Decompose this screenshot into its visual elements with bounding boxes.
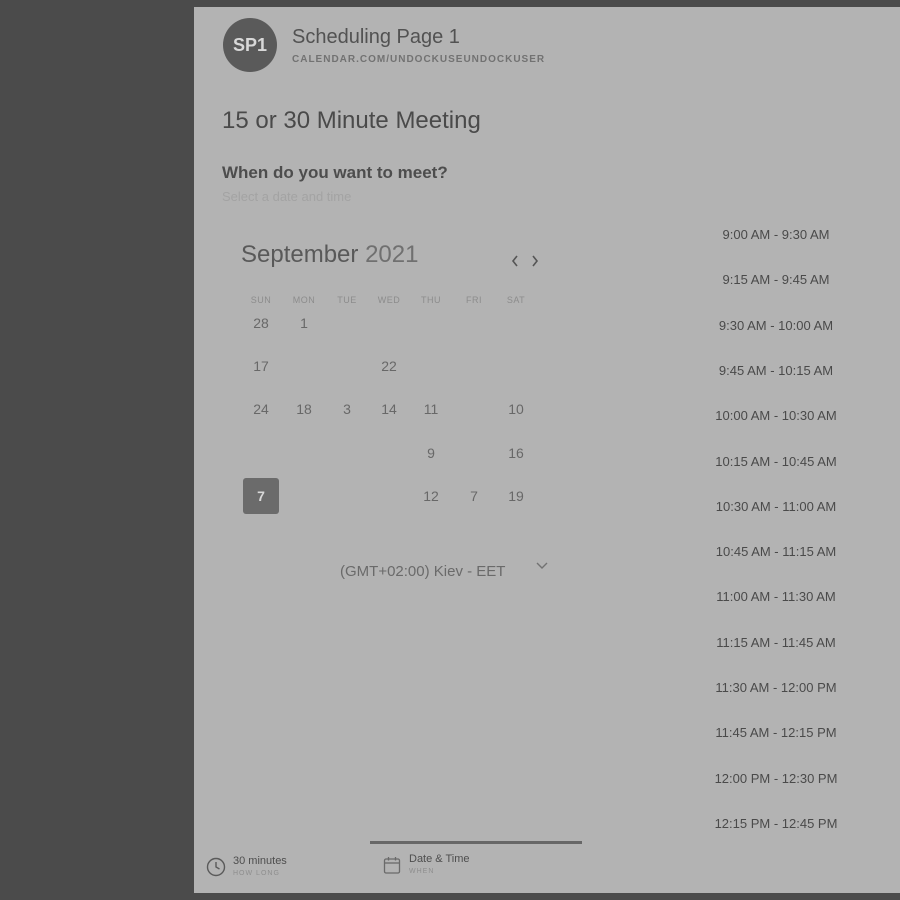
calendar-day <box>456 348 492 384</box>
calendar-day[interactable]: 16 <box>498 435 534 471</box>
weekday-label: WED <box>377 295 401 305</box>
time-slot-button[interactable]: 11:00 AM - 11:30 AM <box>696 582 856 612</box>
weekday-label: SUN <box>250 295 272 305</box>
next-month-button[interactable] <box>527 251 543 273</box>
time-slot-button[interactable]: 9:00 AM - 9:30 AM <box>696 220 856 250</box>
timezone-dropdown-button[interactable] <box>534 558 550 574</box>
calendar-day <box>456 305 492 341</box>
calendar-day[interactable]: 28 <box>243 305 279 341</box>
calendar-day <box>243 435 279 471</box>
calendar-day <box>413 305 449 341</box>
calendar-day[interactable]: 1 <box>286 305 322 341</box>
calendar-day <box>456 435 492 471</box>
calendar-day <box>498 305 534 341</box>
calendar-day <box>286 348 322 384</box>
calendar-day <box>329 435 365 471</box>
booking-steps-bar: 30 minutes HOW LONG Date & Time WHEN <box>194 843 900 893</box>
previous-month-button[interactable] <box>507 251 523 273</box>
chevron-down-icon <box>536 562 548 569</box>
calendar-day[interactable]: 3 <box>329 391 365 427</box>
timezone-select[interactable]: (GMT+02:00) Kiev - EET <box>340 563 505 580</box>
time-slot-button[interactable]: 9:15 AM - 9:45 AM <box>696 265 856 295</box>
weekday-label: FRI <box>466 295 482 305</box>
calendar-day <box>371 478 407 514</box>
time-slot-button[interactable]: 11:45 AM - 12:15 PM <box>696 718 856 748</box>
calendar-day[interactable]: 17 <box>243 348 279 384</box>
calendar-day[interactable]: 9 <box>413 435 449 471</box>
step-duration-text: 30 minutes HOW LONG <box>233 855 287 877</box>
calendar-day[interactable]: 22 <box>371 348 407 384</box>
time-slot-button[interactable]: 10:00 AM - 10:30 AM <box>696 401 856 431</box>
calendar-day <box>371 435 407 471</box>
weekday-label: MON <box>292 295 316 305</box>
calendar-day-selected[interactable]: 7 <box>243 478 279 514</box>
calendar-day <box>498 348 534 384</box>
date-question-subtitle: Select a date and time <box>222 189 352 204</box>
calendar-month-name: September <box>241 241 359 268</box>
step-duration-label: 30 minutes <box>233 855 287 867</box>
step-date-time-text: Date & Time WHEN <box>409 853 470 875</box>
time-slot-button[interactable]: 10:15 AM - 10:45 AM <box>696 447 856 477</box>
calendar-day[interactable]: 11 <box>413 391 449 427</box>
calendar-day[interactable]: 18 <box>286 391 322 427</box>
time-slot-button[interactable]: 9:45 AM - 10:15 AM <box>696 356 856 386</box>
time-slot-button[interactable]: 11:15 AM - 11:45 AM <box>696 628 856 658</box>
calendar-day <box>413 348 449 384</box>
step-duration[interactable]: 30 minutes HOW LONG <box>206 855 287 877</box>
calendar-day <box>329 478 365 514</box>
scheduling-page-name: Scheduling Page 1 <box>292 26 460 48</box>
weekday-label: TUE <box>337 295 357 305</box>
calendar-day <box>286 435 322 471</box>
step-date-time-label: Date & Time <box>409 853 470 865</box>
time-slot-button[interactable]: 10:30 AM - 11:00 AM <box>696 492 856 522</box>
step-date-time[interactable]: Date & Time WHEN <box>382 853 470 875</box>
time-slot-button[interactable]: 11:30 AM - 12:00 PM <box>696 673 856 703</box>
chevron-right-icon <box>532 255 539 267</box>
time-slot-button[interactable]: 10:45 AM - 11:15 AM <box>696 537 856 567</box>
step-duration-sublabel: HOW LONG <box>233 870 280 877</box>
calendar-day[interactable]: 24 <box>243 391 279 427</box>
clock-icon <box>206 857 226 877</box>
chevron-left-icon <box>511 255 518 267</box>
scheduling-page-url[interactable]: CALENDAR.COM/UNDOCKUSEUNDOCKUSER <box>292 54 545 65</box>
weekday-label: SAT <box>506 295 526 305</box>
meeting-title: 15 or 30 Minute Meeting <box>222 107 481 134</box>
calendar-day[interactable]: 7 <box>456 478 492 514</box>
time-slot-button[interactable]: 12:00 PM - 12:30 PM <box>696 764 856 794</box>
scheduling-card: SP1 Scheduling Page 1 CALENDAR.COM/UNDOC… <box>194 7 900 893</box>
time-slot-button[interactable]: 9:30 AM - 10:00 AM <box>696 311 856 341</box>
calendar-day <box>286 478 322 514</box>
calendar-day <box>329 348 365 384</box>
calendar-day <box>371 305 407 341</box>
date-question-heading: When do you want to meet? <box>222 163 448 182</box>
calendar-day <box>456 391 492 427</box>
avatar: SP1 <box>223 18 277 72</box>
calendar-day[interactable]: 10 <box>498 391 534 427</box>
calendar-month-title: September 2021 <box>241 241 418 269</box>
calendar-day <box>329 305 365 341</box>
step-date-time-sublabel: WHEN <box>409 868 435 875</box>
weekday-label: THU <box>421 295 441 305</box>
time-slot-button[interactable]: 12:15 PM - 12:45 PM <box>696 809 856 839</box>
calendar-year: 2021 <box>365 241 419 268</box>
calendar-day[interactable]: 12 <box>413 478 449 514</box>
calendar-icon <box>383 857 401 874</box>
calendar-day[interactable]: 14 <box>371 391 407 427</box>
calendar-day[interactable]: 19 <box>498 478 534 514</box>
